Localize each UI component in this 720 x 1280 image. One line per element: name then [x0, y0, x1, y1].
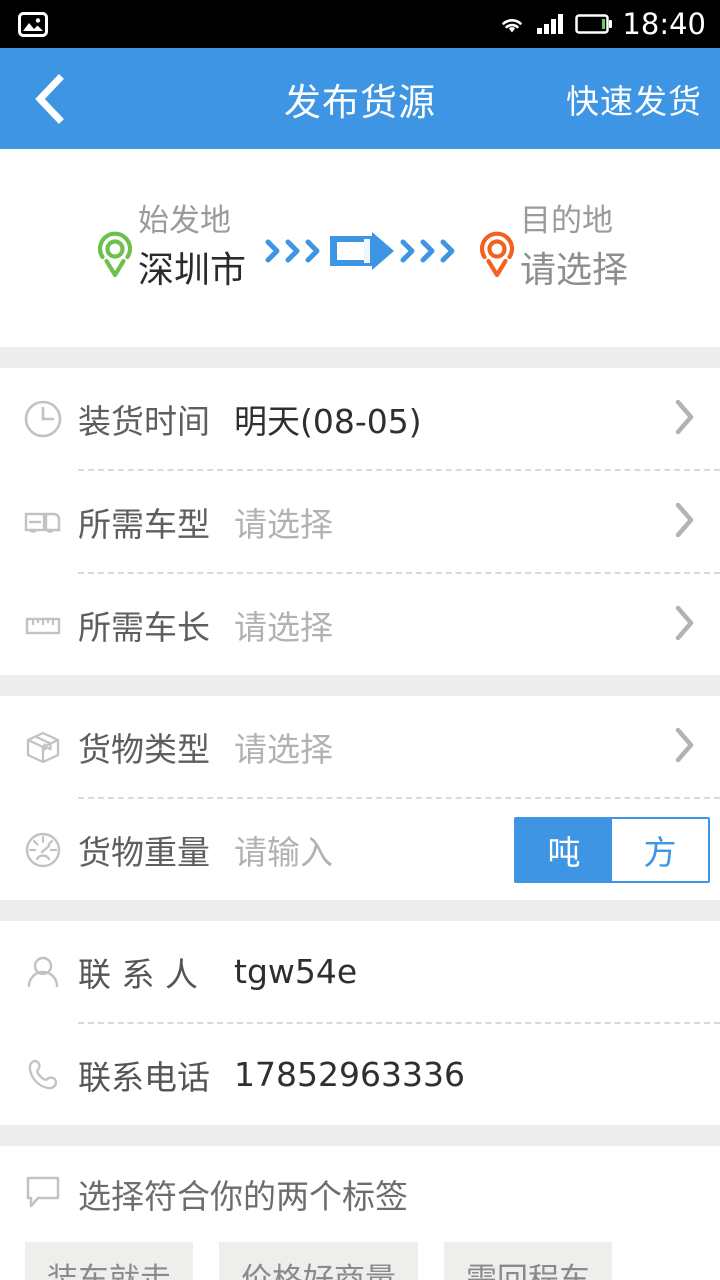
- app-screen: 18:40 发布货源 快速发货 始发地 深圳市 目的地 请选择 装货时间 明天(…: [0, 0, 720, 1280]
- form-group-shipment: 装货时间 明天(08-05) 所需车型 请选择 所需车长 请选择: [0, 368, 720, 675]
- gauge-icon: [22, 829, 68, 871]
- signal-icon: [537, 14, 564, 34]
- row-value: 明天(08-05): [234, 401, 422, 441]
- ruler-icon: [22, 604, 68, 646]
- section-separator: [0, 900, 720, 921]
- person-icon: [22, 951, 68, 993]
- row-label: 联 系 人: [78, 954, 198, 994]
- destination-selector[interactable]: 目的地 请选择: [474, 201, 628, 295]
- origin-value: 深圳市: [137, 249, 246, 291]
- row-vehicle-type[interactable]: 所需车型 请选择: [0, 471, 720, 572]
- chevron-right-icon: [674, 726, 696, 768]
- tag-chip[interactable]: 价格好商量: [219, 1242, 418, 1280]
- weight-unit-toggle[interactable]: 吨 方: [514, 816, 710, 883]
- battery-icon: [575, 14, 613, 34]
- status-bar-right: 18:40: [497, 6, 706, 41]
- section-separator: [0, 675, 720, 696]
- form-group-contact: 联 系 人 tgw54e 联系电话 17852963336: [0, 921, 720, 1125]
- box-icon: [22, 726, 68, 768]
- status-bar: 18:40: [0, 0, 720, 48]
- tag-chip[interactable]: 装车就走: [25, 1242, 193, 1280]
- route-selector: 始发地 深圳市 目的地 请选择: [0, 149, 720, 347]
- row-cargo-type[interactable]: 货物类型 请选择: [0, 696, 720, 797]
- route-truck-indicator: [260, 214, 460, 282]
- tags-list: 装车就走 价格好商量 需回程车: [0, 1242, 720, 1280]
- row-value: 请选择: [234, 504, 333, 544]
- status-bar-left: [18, 11, 48, 37]
- row-contact-phone[interactable]: 联系电话 17852963336: [0, 1024, 720, 1125]
- destination-label: 目的地: [520, 202, 613, 239]
- status-bar-clock: 18:40: [622, 6, 706, 41]
- tag-chip[interactable]: 需回程车: [444, 1242, 612, 1280]
- destination-texts: 目的地 请选择: [520, 201, 628, 295]
- row-vehicle-length[interactable]: 所需车长 请选择: [0, 574, 720, 675]
- speech-bubble-icon: [22, 1172, 64, 1216]
- row-label: 货物重量: [78, 832, 210, 872]
- row-cargo-weight[interactable]: 货物重量 请输入 吨 方: [0, 799, 720, 900]
- origin-label: 始发地: [137, 202, 231, 239]
- photo-icon: [18, 11, 48, 37]
- origin-pin-icon: [97, 231, 133, 277]
- wifi-icon: [502, 19, 523, 33]
- weight-input[interactable]: 请输入: [234, 826, 333, 874]
- app-header: 发布货源 快速发货: [0, 48, 720, 149]
- unit-option-cubic[interactable]: 方: [612, 818, 708, 881]
- contact-phone-input[interactable]: 17852963336: [234, 1055, 465, 1094]
- tags-title: 选择符合你的两个标签: [78, 1177, 408, 1216]
- chevron-right-icon: [674, 398, 696, 440]
- tags-header: 选择符合你的两个标签: [0, 1146, 720, 1242]
- chevron-right-icon: [674, 501, 696, 543]
- contact-name-input[interactable]: tgw54e: [234, 952, 357, 991]
- unit-option-ton[interactable]: 吨: [516, 818, 612, 881]
- truck-icon: [22, 501, 68, 543]
- section-separator: [0, 1125, 720, 1146]
- row-label: 所需车长: [78, 607, 210, 647]
- destination-value: 请选择: [520, 249, 629, 291]
- truck-top-view-icon: [265, 232, 455, 270]
- row-label: 所需车型: [78, 504, 210, 544]
- section-separator: [0, 347, 720, 368]
- clock-icon: [22, 398, 68, 440]
- row-load-time[interactable]: 装货时间 明天(08-05): [0, 368, 720, 469]
- phone-icon: [22, 1054, 68, 1096]
- row-value: 请选择: [234, 607, 333, 647]
- chevron-right-icon: [674, 604, 696, 646]
- origin-texts: 始发地 深圳市: [138, 201, 246, 295]
- origin-selector[interactable]: 始发地 深圳市: [92, 201, 246, 295]
- row-label: 装货时间: [78, 401, 210, 441]
- row-label: 联系电话: [78, 1057, 210, 1097]
- row-value: 请选择: [234, 729, 333, 769]
- quick-send-button[interactable]: 快速发货: [566, 75, 702, 123]
- destination-pin-icon: [479, 231, 515, 277]
- row-contact-name[interactable]: 联 系 人 tgw54e: [0, 921, 720, 1022]
- route-inner: 始发地 深圳市 目的地 请选择: [92, 201, 628, 295]
- form-group-cargo: 货物类型 请选择 货物重量 请输入 吨 方: [0, 696, 720, 900]
- row-label: 货物类型: [78, 729, 210, 769]
